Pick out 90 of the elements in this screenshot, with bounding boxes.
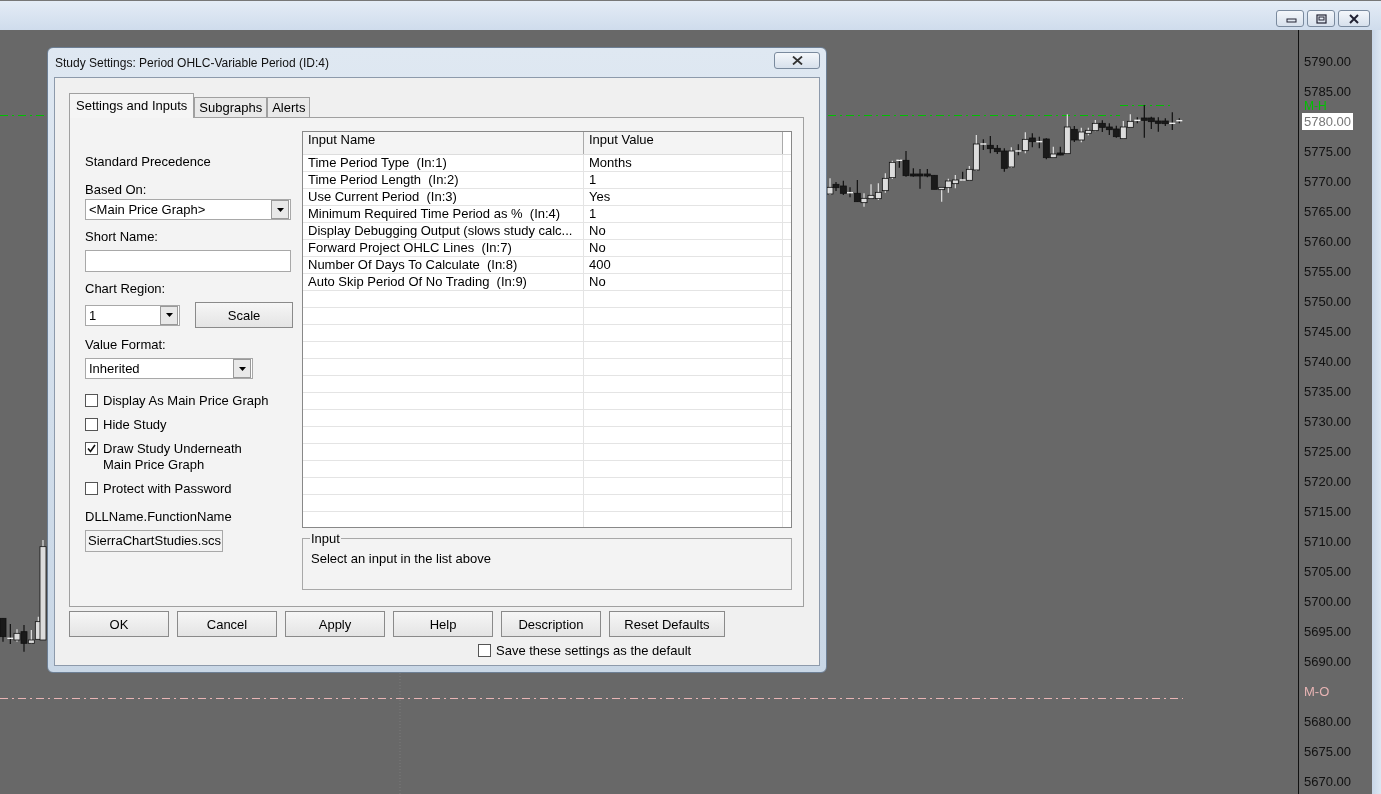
level-label: M-O	[1304, 684, 1330, 699]
table-cell-text: No	[588, 274, 607, 291]
checkbox[interactable]	[85, 442, 98, 455]
dialog-title: Study Settings: Period OHLC-Variable Period (ID:4)	[54, 55, 329, 70]
table-cell-text: Use Current Period (In:3)	[307, 189, 458, 206]
dialog-button[interactable]: OK	[69, 611, 169, 637]
tab[interactable]: Alerts	[267, 97, 311, 117]
price-label: 5695.00	[1304, 624, 1351, 639]
current-price-label: 5780.00	[1302, 113, 1353, 130]
checkbox-label: Protect with Password	[103, 481, 232, 497]
checkmark-icon	[87, 444, 96, 453]
price-label: 5765.00	[1304, 204, 1351, 219]
close-button[interactable]	[774, 52, 820, 69]
price-label: 5745.00	[1304, 324, 1351, 339]
price-label: 5690.00	[1304, 654, 1351, 669]
minimize-button[interactable]	[1276, 10, 1304, 27]
field-label: Based On:	[85, 182, 148, 198]
price-label: 5750.00	[1304, 294, 1351, 309]
price-label: 5710.00	[1304, 534, 1351, 549]
dialog-button[interactable]: Help	[393, 611, 493, 637]
table-cell-text: No	[588, 240, 607, 257]
table-cell-text: No	[588, 223, 607, 240]
price-label: 5755.00	[1304, 264, 1351, 279]
price-label: 5775.00	[1304, 144, 1351, 159]
maximize-button[interactable]	[1307, 10, 1335, 27]
field-label: DLLName.FunctionName	[85, 509, 233, 525]
price-label: 5770.00	[1304, 174, 1351, 189]
checkbox[interactable]	[85, 482, 98, 495]
maximize-icon	[1313, 12, 1329, 25]
price-label: 5730.00	[1304, 414, 1351, 429]
checkbox[interactable]	[478, 644, 491, 657]
table-cell-text: 1	[588, 172, 598, 189]
dialog-button[interactable]: Cancel	[177, 611, 277, 637]
caret-icon	[238, 366, 246, 371]
close-button[interactable]	[1338, 10, 1370, 27]
table-cell-text: Display Debugging Output (slows study calc...	[307, 223, 574, 240]
price-label: 5715.00	[1304, 504, 1351, 519]
dialog-button[interactable]: Apply	[285, 611, 385, 637]
dialog-button[interactable]: Reset Defaults	[609, 611, 725, 637]
caret-icon	[276, 207, 284, 212]
checkbox[interactable]	[85, 418, 98, 431]
level-label: M-H	[1304, 99, 1327, 113]
checkbox-label: Draw Study Underneath Main Price Graph	[103, 441, 242, 473]
price-label: 5760.00	[1304, 234, 1351, 249]
input-field[interactable]	[85, 250, 291, 272]
dropdown[interactable]: 1	[85, 304, 180, 326]
price-label: 5735.00	[1304, 384, 1351, 399]
price-label: 5725.00	[1304, 444, 1351, 459]
caret-icon	[165, 313, 173, 317]
field-label: Standard Precedence	[85, 154, 212, 170]
dropdown[interactable]: Inherited	[85, 358, 253, 379]
price-label: 5720.00	[1304, 474, 1351, 489]
checkbox-label: Display As Main Price Graph	[103, 393, 269, 409]
column-header[interactable]: Input Name	[303, 132, 584, 154]
price-label: 5785.00	[1304, 84, 1351, 99]
checkbox[interactable]	[85, 394, 98, 407]
tab[interactable]: Subgraphs	[194, 97, 268, 117]
price-label: 5740.00	[1304, 354, 1351, 369]
table-cell-text: 1	[588, 206, 598, 223]
table-cell-text: 400	[588, 257, 612, 274]
dropdown[interactable]: <Main Price Graph>	[85, 199, 291, 220]
close-icon	[1346, 12, 1362, 25]
close-icon	[791, 56, 803, 65]
dialog-button[interactable]: Description	[501, 611, 601, 637]
field-label: Short Name:	[85, 229, 159, 245]
field-label: Chart Region:	[85, 281, 167, 297]
table-cell-text: Number Of Days To Calculate (In:8)	[307, 257, 519, 274]
checkbox-label: Hide Study	[103, 417, 167, 433]
scale-button[interactable]: Scale	[195, 302, 293, 328]
field-label: Value Format:	[85, 337, 167, 353]
table-cell-text: Minimum Required Time Period as % (In:4)	[307, 206, 562, 223]
input-field[interactable]: SierraChartStudies.scs	[85, 530, 223, 552]
price-label: 5670.00	[1304, 774, 1351, 789]
price-label: 5705.00	[1304, 564, 1351, 579]
table-cell-text: Months	[588, 155, 633, 172]
help-text: Select an input in the list above	[311, 551, 492, 566]
group-title: Input	[310, 531, 341, 546]
checkbox-label: Save these settings as the default	[496, 643, 692, 659]
table-cell-text: Yes	[588, 189, 612, 206]
price-label: 5700.00	[1304, 594, 1351, 609]
table-cell-text: Time Period Type (In:1)	[307, 155, 448, 172]
table-cell-text: Time Period Length (In:2)	[307, 172, 460, 189]
table-cell-text: Auto Skip Period Of No Trading (In:9)	[307, 274, 528, 291]
price-label: 5790.00	[1304, 54, 1351, 69]
tab[interactable]: Settings and Inputs	[69, 93, 195, 118]
high-level-line	[1119, 104, 1171, 107]
column-header[interactable]: Input Value	[584, 132, 783, 154]
price-label: 5680.00	[1304, 714, 1351, 729]
price-label: 5675.00	[1304, 744, 1351, 759]
table-cell-text: Forward Project OHLC Lines (In:7)	[307, 240, 513, 257]
